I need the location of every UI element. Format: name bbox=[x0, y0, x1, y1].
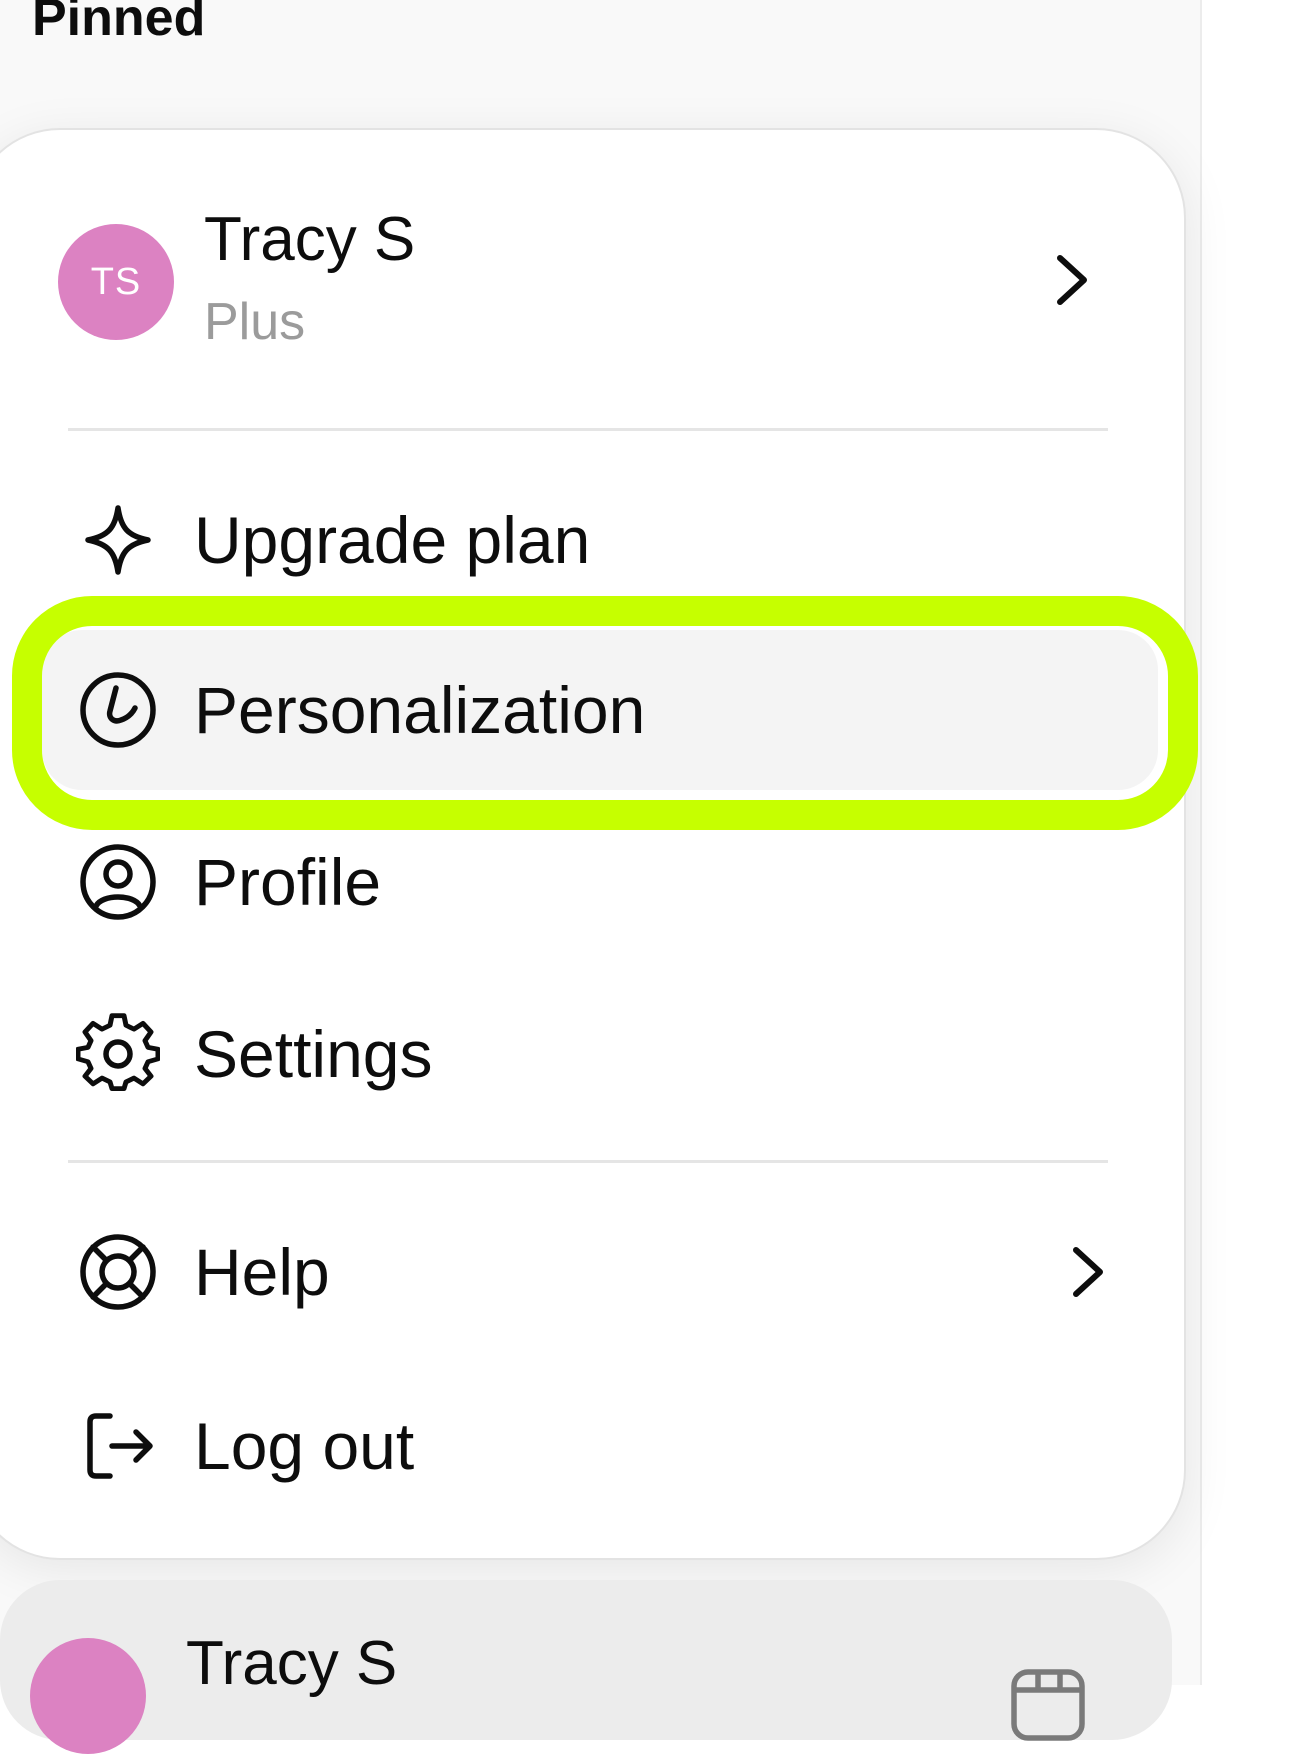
menu-item-label: Upgrade plan bbox=[194, 503, 591, 577]
menu-item-personalization[interactable]: Personalization bbox=[42, 630, 1158, 790]
account-summary[interactable]: TS Tracy S Plus bbox=[50, 196, 1110, 366]
account-name: Tracy S bbox=[204, 205, 416, 274]
lifebuoy-icon bbox=[80, 1234, 156, 1310]
menu-divider bbox=[68, 428, 1108, 431]
account-plan: Plus bbox=[204, 293, 306, 351]
menu-item-upgrade-plan[interactable]: Upgrade plan bbox=[42, 460, 1158, 620]
avatar: TS bbox=[58, 224, 174, 340]
menu-item-profile[interactable]: Profile bbox=[42, 802, 1158, 962]
sparkle-icon bbox=[85, 505, 151, 575]
menu-item-label: Settings bbox=[194, 1017, 433, 1091]
menu-item-label: Profile bbox=[194, 845, 382, 919]
menu-item-label: Log out bbox=[194, 1409, 415, 1483]
avatar bbox=[30, 1638, 146, 1754]
personalization-icon bbox=[80, 672, 156, 748]
chevron-right-icon bbox=[1057, 255, 1087, 305]
menu-item-label: Help bbox=[194, 1235, 330, 1309]
panel-icon bbox=[1011, 1669, 1085, 1741]
logout-icon bbox=[87, 1413, 153, 1479]
menu-item-log-out[interactable]: Log out bbox=[42, 1366, 1158, 1526]
chevron-right-icon bbox=[1073, 1247, 1103, 1297]
sidebar-account-button[interactable]: Tracy S bbox=[0, 1580, 1172, 1754]
menu-item-label: Personalization bbox=[194, 673, 646, 747]
profile-icon bbox=[80, 844, 156, 920]
gear-icon bbox=[76, 1013, 160, 1092]
menu-item-settings[interactable]: Settings bbox=[42, 974, 1158, 1134]
sidebar-border bbox=[1200, 0, 1202, 1685]
pinned-section-title: Pinned bbox=[32, 0, 206, 47]
account-name: Tracy S bbox=[186, 1629, 398, 1698]
menu-item-help[interactable]: Help bbox=[42, 1192, 1158, 1352]
menu-divider bbox=[68, 1160, 1108, 1163]
